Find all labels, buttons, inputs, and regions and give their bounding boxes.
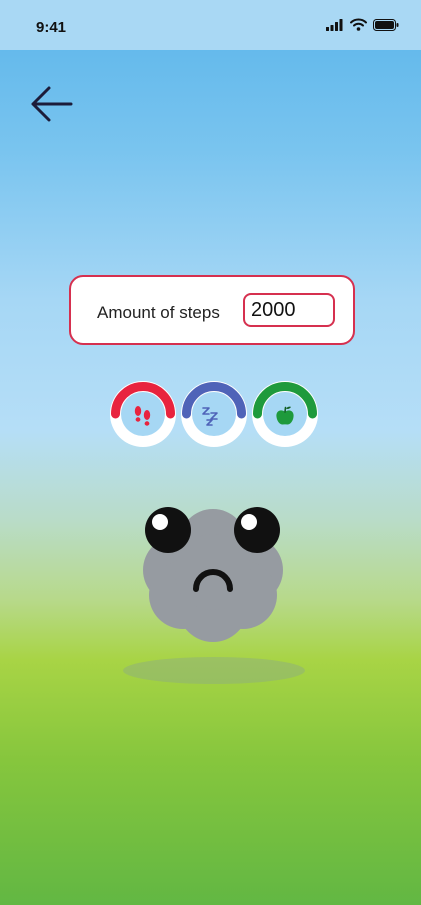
mascot-left-eye [145, 507, 191, 553]
back-button[interactable] [30, 84, 74, 124]
app-screen: 9:41 Amount of steps [0, 0, 421, 905]
steps-input[interactable] [243, 293, 335, 327]
arrow-left-icon [31, 86, 73, 122]
status-time: 9:41 [36, 19, 67, 36]
wifi-icon [350, 18, 367, 31]
food-ring[interactable] [252, 381, 318, 447]
steps-label: Amount of steps [97, 303, 220, 322]
mascot-blob [143, 507, 283, 642]
battery-icon [373, 18, 399, 31]
sleep-ring[interactable] [181, 381, 247, 447]
signal-icon [326, 18, 343, 31]
mascot-right-eye [234, 507, 280, 553]
steps-ring[interactable] [110, 381, 176, 447]
steps-card: Amount of steps [69, 275, 355, 345]
status-icons [326, 18, 399, 31]
mascot-shadow [123, 657, 305, 684]
status-bar: 9:41 [0, 0, 421, 50]
